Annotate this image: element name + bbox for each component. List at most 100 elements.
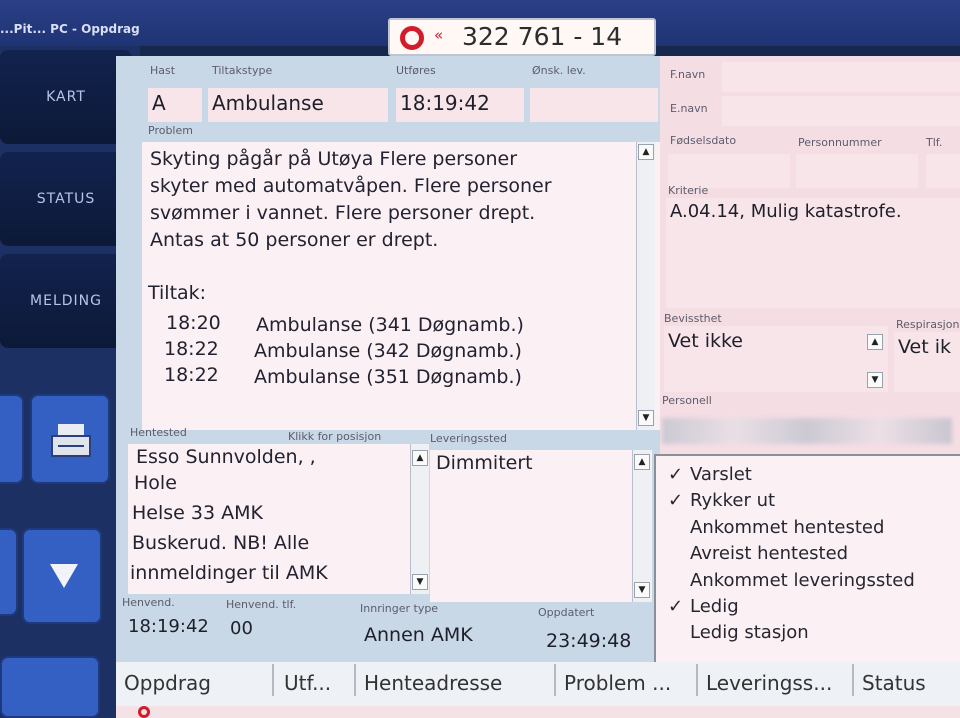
assignment-list-row[interactable] bbox=[116, 706, 960, 718]
nav-kart-button[interactable]: KART bbox=[0, 50, 132, 144]
hentested-line: Buskerud. NB! Alle bbox=[132, 532, 310, 554]
label-fnavn: F.navn bbox=[670, 68, 706, 81]
label-enavn: E.navn bbox=[670, 102, 708, 115]
label-problem: Problem bbox=[148, 124, 193, 137]
scroll-up-icon[interactable]: ▲ bbox=[634, 454, 650, 470]
onsk-lev-field[interactable] bbox=[530, 88, 658, 122]
checkmark-icon: ✓ bbox=[668, 596, 684, 617]
side-button-upper[interactable] bbox=[0, 394, 24, 484]
problem-textarea[interactable]: Skyting pågår på Utøya Flere personer sk… bbox=[142, 142, 660, 430]
hentested-line: Hole bbox=[134, 472, 177, 494]
label-bevissthet: Bevissthet bbox=[664, 312, 722, 325]
henvend-tlf-value: 00 bbox=[230, 618, 253, 639]
tab-problem[interactable]: Problem ... bbox=[556, 664, 698, 696]
double-chevron-icon: « bbox=[434, 26, 444, 44]
leveringssted-textarea[interactable]: Dimmitert ▲ ▼ bbox=[430, 450, 652, 602]
status-item-rykker-ut[interactable]: ✓ Rykker ut bbox=[668, 490, 775, 511]
hast-field[interactable]: A bbox=[148, 88, 202, 122]
nav-kart-label: KART bbox=[46, 89, 86, 105]
tab-oppdrag[interactable]: Oppdrag bbox=[116, 664, 274, 696]
status-list[interactable]: ✓ Varslet ✓ Rykker ut Ankommet hentested A… bbox=[654, 454, 960, 662]
label-klikk-posisjon[interactable]: Klikk for posisjon bbox=[288, 430, 381, 443]
leveringssted-scrollbar[interactable]: ▲ ▼ bbox=[632, 450, 651, 602]
checkmark-icon: ✓ bbox=[668, 464, 684, 485]
window-title: ...Pit... PC - Oppdrag bbox=[0, 22, 140, 36]
oppdatert-value: 23:49:48 bbox=[546, 630, 632, 652]
tiltak-time: 18:20 bbox=[166, 312, 221, 334]
record-icon bbox=[138, 706, 150, 718]
leveringssted-value: Dimmitert bbox=[436, 452, 533, 474]
tab-utf[interactable]: Utf... bbox=[276, 664, 356, 696]
scroll-down-button[interactable] bbox=[22, 528, 102, 624]
status-item-ankommet-leveringssted[interactable]: Ankommet leveringssted bbox=[668, 570, 915, 591]
scroll-down-icon[interactable]: ▼ bbox=[412, 574, 428, 590]
tiltak-time: 18:22 bbox=[164, 338, 219, 360]
side-button-lower[interactable] bbox=[0, 528, 18, 616]
tab-henteadresse[interactable]: Henteadresse bbox=[356, 664, 556, 696]
status-item-ledig-stasjon[interactable]: Ledig stasjon bbox=[668, 622, 809, 643]
bevissthet-spinner[interactable]: ▲ ▼ bbox=[866, 332, 884, 392]
tab-bar: Oppdrag Utf... Henteadresse Problem ... … bbox=[116, 662, 960, 718]
label-hast: Hast bbox=[150, 64, 176, 77]
tiltak-time: 18:22 bbox=[164, 364, 219, 386]
side-button-bottom[interactable] bbox=[0, 656, 100, 718]
label-henvend: Henvend. bbox=[122, 596, 175, 609]
problem-line: svømmer i vannet. Flere personer drept. bbox=[150, 202, 536, 224]
tiltak-text: Ambulanse (341 Døgnamb.) bbox=[256, 314, 524, 336]
print-button[interactable] bbox=[30, 394, 110, 484]
scroll-down-icon[interactable]: ▼ bbox=[867, 372, 883, 388]
scroll-down-icon[interactable]: ▼ bbox=[634, 582, 650, 598]
respirasjon-field[interactable]: Vet ik bbox=[894, 332, 960, 392]
tab-status[interactable]: Status bbox=[854, 664, 960, 696]
problem-scrollbar[interactable]: ▲ ▼ bbox=[636, 142, 655, 430]
label-tiltakstype: Tiltakstype bbox=[212, 64, 273, 77]
utfores-field[interactable]: 18:19:42 bbox=[396, 88, 524, 122]
fnavn-field[interactable] bbox=[722, 62, 960, 92]
tiltak-text: Ambulanse (351 Døgnamb.) bbox=[254, 366, 522, 388]
label-utfores: Utføres bbox=[396, 64, 436, 77]
label-fodselsdato: Fødselsdato bbox=[670, 134, 737, 147]
label-innringer-type: Innringer type bbox=[360, 602, 439, 615]
personell-blurred bbox=[662, 418, 952, 444]
patient-panel: F.navn E.navn Fødselsdato Personnummer T… bbox=[654, 56, 960, 662]
label-tlf: Tlf. bbox=[926, 136, 943, 149]
label-kriterie: Kriterie bbox=[668, 184, 709, 197]
nav-status-button[interactable]: STATUS bbox=[0, 152, 132, 246]
status-item-avreist-hentested[interactable]: Avreist hentested bbox=[668, 543, 848, 564]
checkmark-icon: ✓ bbox=[668, 490, 684, 511]
hentested-scrollbar[interactable]: ▲ ▼ bbox=[410, 444, 429, 594]
label-leveringssted: Leveringssted bbox=[430, 432, 508, 445]
innringer-type-value: Annen AMK bbox=[364, 624, 473, 646]
label-respirasjon: Respirasjon bbox=[896, 318, 960, 331]
status-item-ledig[interactable]: ✓ Ledig bbox=[668, 596, 739, 617]
fodselsdato-field[interactable] bbox=[668, 154, 790, 188]
enavn-field[interactable] bbox=[722, 96, 960, 126]
tlf-field[interactable] bbox=[926, 154, 960, 188]
record-icon bbox=[400, 26, 424, 50]
status-item-varslet[interactable]: ✓ Varslet bbox=[668, 464, 752, 485]
kriterie-field[interactable]: A.04.14, Mulig katastrofe. bbox=[666, 198, 960, 308]
scroll-down-icon[interactable]: ▼ bbox=[638, 410, 654, 426]
hentested-textarea[interactable]: Esso Sunnvolden, , Hole Helse 33 AMK Bus… bbox=[128, 444, 429, 594]
scroll-up-icon[interactable]: ▲ bbox=[638, 144, 654, 160]
label-hentested: Hentested bbox=[130, 426, 187, 439]
tiltakstype-field[interactable]: Ambulanse bbox=[208, 88, 388, 122]
status-item-ankommet-hentested[interactable]: Ankommet hentested bbox=[668, 517, 884, 538]
tab-leveringssted[interactable]: Leveringss... bbox=[698, 664, 854, 696]
hentested-line: Esso Sunnvolden, , bbox=[136, 446, 316, 468]
callout-number-box: « 322 761 - 14 bbox=[388, 18, 656, 56]
tiltak-heading: Tiltak: bbox=[148, 282, 207, 304]
hentested-line: innmeldinger til AMK bbox=[130, 562, 328, 584]
nav-melding-button[interactable]: MELDING bbox=[0, 254, 132, 348]
assignment-form: Hast Tiltakstype Utføres Ønsk. lev. A Am… bbox=[116, 56, 660, 662]
bevissthet-field[interactable]: Vet ikke bbox=[664, 326, 888, 392]
problem-line: skyter med automatvåpen. Flere personer bbox=[150, 175, 552, 197]
personnummer-field[interactable] bbox=[796, 154, 918, 188]
printer-icon bbox=[51, 424, 91, 457]
scroll-up-icon[interactable]: ▲ bbox=[412, 450, 428, 466]
hentested-line: Helse 33 AMK bbox=[132, 502, 263, 524]
henvend-value: 18:19:42 bbox=[128, 616, 209, 637]
label-onsk-lev: Ønsk. lev. bbox=[532, 64, 586, 77]
scroll-up-icon[interactable]: ▲ bbox=[867, 334, 883, 350]
label-henvend-tlf: Henvend. tlf. bbox=[226, 598, 297, 611]
